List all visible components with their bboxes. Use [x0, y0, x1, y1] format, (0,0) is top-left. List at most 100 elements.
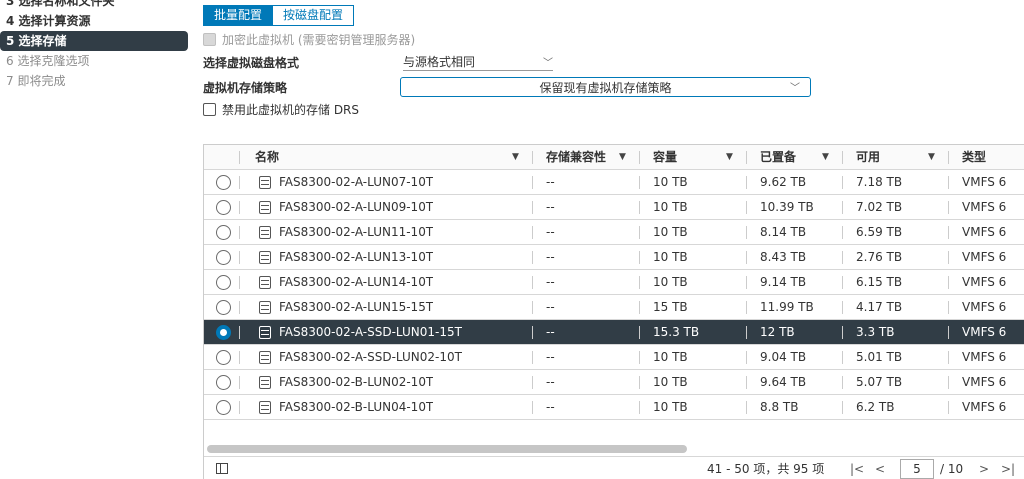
table-row[interactable]: FAS8300-02-A-SSD-LUN01-15T -- 15.3 TB 12 TB… [204, 320, 1024, 345]
column-separator [532, 376, 533, 389]
prev-page-button[interactable]: < [875, 457, 885, 479]
cell-type: VMFS 6 [962, 225, 1007, 239]
per-disk-config-button[interactable]: 按磁盘配置 [273, 5, 355, 26]
column-separator [639, 351, 640, 364]
column-header-free[interactable]: 可用 [856, 145, 880, 170]
table-row[interactable]: FAS8300-02-A-LUN07-10T -- 10 TB 9.62 TB 7.18… [204, 170, 1024, 195]
wizard-step-5[interactable]: 5 选择存储 [0, 31, 188, 51]
wizard-step-list: 3 选择名称和文件夹 4 选择计算资源 5 选择存储 6 选择克隆选项 7 即将完成 [0, 0, 188, 91]
cell-capacity: 10 TB [653, 400, 688, 414]
column-separator [239, 401, 240, 414]
cell-name: FAS8300-02-A-SSD-LUN01-15T [279, 325, 462, 339]
cell-free: 5.01 TB [856, 350, 903, 364]
last-page-button[interactable]: >| [1001, 457, 1015, 479]
filter-icon[interactable]: ▼ [512, 145, 519, 170]
cell-name: FAS8300-02-A-LUN11-10T [279, 225, 434, 239]
disk-format-select[interactable]: 与源格式相同 ﹀ [403, 53, 553, 71]
cell-type: VMFS 6 [962, 350, 1007, 364]
table-row[interactable]: FAS8300-02-A-LUN15-15T -- 15 TB 11.99 TB 4.1… [204, 295, 1024, 320]
row-radio-button[interactable] [216, 225, 231, 240]
column-separator [639, 226, 640, 239]
datastore-icon [259, 351, 271, 364]
column-separator [746, 351, 747, 364]
column-separator [746, 401, 747, 414]
first-page-button[interactable]: |< [850, 457, 864, 479]
table-row[interactable]: FAS8300-02-B-LUN02-10T -- 10 TB 9.64 TB 5.07… [204, 370, 1024, 395]
column-separator [948, 251, 949, 264]
column-separator [842, 226, 843, 239]
filter-icon[interactable]: ▼ [928, 145, 935, 170]
table-row[interactable]: FAS8300-02-A-LUN13-10T -- 10 TB 8.43 TB 2.76… [204, 245, 1024, 270]
table-row[interactable]: FAS8300-02-A-LUN14-10T -- 10 TB 9.14 TB 6.15… [204, 270, 1024, 295]
column-header-compat[interactable]: 存储兼容性 [546, 145, 606, 170]
filter-icon[interactable]: ▼ [822, 145, 829, 170]
select-storage-panel: 批量配置 按磁盘配置 加密此虚拟机 (需要密钥管理服务器) 选择虚拟磁盘格式 与… [203, 0, 1024, 479]
wizard-step-6: 6 选择克隆选项 [6, 54, 90, 68]
cell-free: 2.76 TB [856, 250, 903, 264]
batch-config-button[interactable]: 批量配置 [203, 5, 274, 26]
filter-icon[interactable]: ▼ [619, 145, 626, 170]
column-separator [842, 326, 843, 339]
row-radio-button[interactable] [216, 275, 231, 290]
page-number-input[interactable]: 5 [900, 459, 934, 479]
row-radio-button[interactable] [216, 175, 231, 190]
grid-header: 名称 ▼ 存储兼容性 ▼ 容量 ▼ 已置备 ▼ 可用 ▼ 类型 [204, 145, 1024, 170]
column-separator [948, 401, 949, 414]
cell-name: FAS8300-02-B-LUN02-10T [279, 375, 434, 389]
datastore-icon [259, 201, 271, 214]
datastore-icon [259, 326, 271, 339]
disable-drs-checkbox[interactable] [203, 102, 216, 116]
table-row[interactable]: FAS8300-02-A-LUN09-10T -- 10 TB 10.39 TB 7.0… [204, 195, 1024, 220]
column-header-name[interactable]: 名称 [255, 145, 279, 170]
cell-name: FAS8300-02-B-LUN04-10T [279, 400, 434, 414]
storage-policy-select[interactable]: 保留现有虚拟机存储策略 ﹀ [400, 77, 811, 97]
cell-capacity: 10 TB [653, 275, 688, 289]
column-separator [639, 251, 640, 264]
cell-capacity: 15.3 TB [653, 325, 700, 339]
disk-format-value: 与源格式相同 [403, 55, 476, 69]
row-radio-button[interactable] [216, 300, 231, 315]
column-separator [746, 376, 747, 389]
cell-type: VMFS 6 [962, 375, 1007, 389]
cell-free: 4.17 TB [856, 300, 903, 314]
cell-name: FAS8300-02-A-LUN13-10T [279, 250, 434, 264]
next-page-button[interactable]: > [979, 457, 989, 479]
column-toggle-icon[interactable] [216, 463, 228, 474]
column-separator [948, 351, 949, 364]
cell-compat: -- [546, 250, 555, 264]
column-separator [948, 226, 949, 239]
table-row[interactable]: FAS8300-02-A-LUN11-10T -- 10 TB 8.14 TB 6.59… [204, 220, 1024, 245]
cell-capacity: 15 TB [653, 300, 688, 314]
datastore-icon [259, 176, 271, 189]
column-header-type[interactable]: 类型 [962, 145, 986, 170]
column-separator [948, 326, 949, 339]
column-separator [239, 226, 240, 239]
row-radio-button[interactable] [216, 325, 231, 340]
column-separator [842, 251, 843, 264]
row-radio-button[interactable] [216, 250, 231, 265]
column-separator [239, 276, 240, 289]
row-radio-button[interactable] [216, 200, 231, 215]
column-separator [948, 376, 949, 389]
column-header-provisioned[interactable]: 已置备 [760, 145, 796, 170]
row-radio-button[interactable] [216, 375, 231, 390]
cell-type: VMFS 6 [962, 275, 1007, 289]
disable-drs-label: 禁用此虚拟机的存储 DRS [222, 102, 360, 117]
wizard-step-3[interactable]: 3 选择名称和文件夹 [0, 0, 188, 11]
row-radio-button[interactable] [216, 350, 231, 365]
row-radio-button[interactable] [216, 400, 231, 415]
cell-free: 6.59 TB [856, 225, 903, 239]
cell-free: 3.3 TB [856, 325, 895, 339]
column-separator [746, 276, 747, 289]
table-row[interactable]: FAS8300-02-A-SSD-LUN02-10T -- 10 TB 9.04 TB… [204, 345, 1024, 370]
encrypt-vm-label: 加密此虚拟机 (需要密钥管理服务器) [222, 32, 416, 47]
horizontal-scrollbar[interactable] [204, 443, 1024, 455]
scrollbar-thumb[interactable] [207, 445, 687, 453]
table-row[interactable]: FAS8300-02-B-LUN04-10T -- 10 TB 8.8 TB 6.2 T… [204, 395, 1024, 420]
column-separator [239, 251, 240, 264]
wizard-step-4[interactable]: 4 选择计算资源 [0, 11, 188, 31]
column-separator [532, 251, 533, 264]
encrypt-vm-checkbox[interactable] [203, 32, 216, 46]
filter-icon[interactable]: ▼ [726, 145, 733, 170]
column-header-capacity[interactable]: 容量 [653, 145, 677, 170]
